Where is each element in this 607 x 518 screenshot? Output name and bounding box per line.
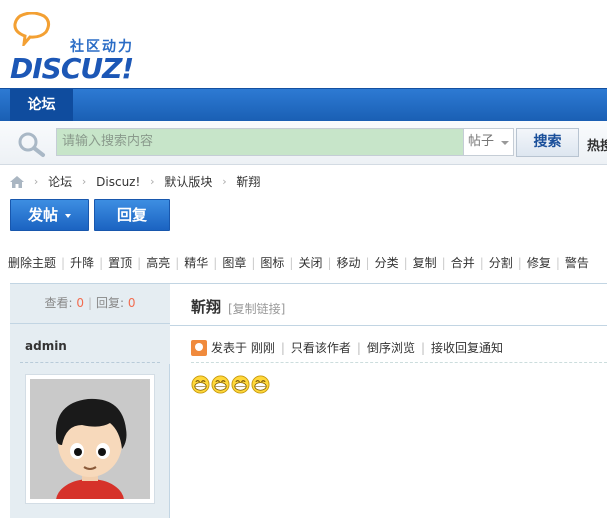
divider: |	[327, 256, 332, 270]
site-logo[interactable]: 社区动力 DISCUZ!	[8, 12, 148, 85]
mod-sticky[interactable]: 置顶	[108, 254, 132, 271]
divider	[20, 362, 160, 363]
divider: |	[479, 256, 484, 270]
search-type-value: 帖子	[468, 134, 495, 149]
divider: |	[365, 256, 370, 270]
replies-count: 0	[127, 296, 136, 310]
search-bar: 请输入搜索内容 帖子 搜索 热搜	[0, 121, 607, 165]
mod-move[interactable]: 移动	[337, 254, 361, 271]
mod-repair[interactable]: 修复	[527, 254, 551, 271]
divider: |	[213, 256, 218, 270]
breadcrumb-separator: ›	[33, 175, 39, 188]
breadcrumb-separator: ›	[81, 175, 87, 188]
grin-emoticon-icon	[251, 375, 270, 394]
reverse-order-link[interactable]: 倒序浏览	[367, 339, 415, 356]
post-sidebar: 查看: 0 | 回复: 0 admin	[10, 284, 170, 518]
thread-stats: 查看: 0 | 回复: 0	[10, 284, 170, 324]
grin-emoticon-icon	[191, 375, 210, 394]
breadcrumb-item-forum[interactable]: 论坛	[48, 173, 72, 190]
moderation-toolbar: 删除主题 | 升降 | 置顶 | 高亮 | 精华 | 图章 | 图标 | 关闭 | 移动 | 分类 | 复制 | 合并 | 分割…	[8, 254, 589, 270]
mod-warn[interactable]: 警告	[565, 254, 589, 271]
new-post-button[interactable]: 发帖	[10, 199, 89, 231]
divider: |	[555, 256, 560, 270]
post-content	[191, 375, 271, 395]
post-meta: 发表于 刚刚 | 只看该作者 | 倒序浏览 | 接收回复通知	[191, 339, 503, 357]
avatar-image	[30, 379, 150, 518]
search-icon	[18, 132, 45, 157]
mod-stamp[interactable]: 图章	[222, 254, 246, 271]
only-author-link[interactable]: 只看该作者	[291, 339, 351, 356]
divider: |	[356, 340, 361, 355]
chevron-down-icon	[65, 213, 71, 218]
main-nav: 论坛	[0, 88, 607, 122]
breadcrumb-item-thread[interactable]: 靳翔	[236, 173, 260, 190]
mod-copy[interactable]: 复制	[413, 254, 437, 271]
chevron-down-icon	[501, 141, 509, 145]
mod-close[interactable]: 关闭	[298, 254, 322, 271]
mod-merge[interactable]: 合并	[451, 254, 475, 271]
reply-notify-link[interactable]: 接收回复通知	[431, 339, 503, 356]
divider: |	[251, 256, 256, 270]
breadcrumb-separator: ›	[222, 175, 227, 188]
mod-delete[interactable]: 删除主题	[8, 254, 56, 271]
divider: |	[280, 340, 285, 355]
divider: |	[420, 340, 425, 355]
divider: |	[99, 256, 104, 270]
user-online-icon	[191, 339, 207, 356]
breadcrumb-item-board[interactable]: 默认版块	[164, 173, 212, 190]
author-info: admin	[10, 324, 170, 364]
mod-category[interactable]: 分类	[375, 254, 399, 271]
copy-link-button[interactable]: [复制链接]	[228, 300, 285, 317]
post-container: 查看: 0 | 回复: 0 admin 靳翔 [复制链接] 发表于 刚刚 | 只…	[10, 283, 607, 518]
mod-split[interactable]: 分割	[489, 254, 513, 271]
breadcrumb-separator: ›	[150, 175, 155, 188]
hot-search-label: 热搜	[587, 139, 607, 154]
breadcrumb-item-discuz[interactable]: Discuz!	[96, 175, 140, 189]
nav-tab-forum[interactable]: 论坛	[10, 89, 73, 122]
breadcrumb: › 论坛 › Discuz! › 默认版块 › 靳翔	[10, 173, 260, 191]
replies-label: 回复:	[96, 296, 125, 310]
divider: |	[289, 256, 294, 270]
divider: |	[137, 256, 142, 270]
divider: |	[403, 256, 408, 270]
views-label: 查看:	[44, 296, 73, 310]
divider: |	[175, 256, 180, 270]
thread-title: 靳翔	[191, 298, 222, 316]
search-button[interactable]: 搜索	[516, 128, 579, 157]
posted-time: 发表于 刚刚	[211, 341, 275, 355]
divider	[191, 362, 607, 363]
views-count: 0	[76, 296, 84, 310]
logo-wordmark: DISCUZ!	[10, 52, 134, 85]
mod-highlight[interactable]: 高亮	[146, 254, 170, 271]
grin-emoticon-icon	[231, 375, 250, 394]
new-post-label: 发帖	[27, 206, 58, 224]
mod-bump[interactable]: 升降	[70, 254, 94, 271]
post-main: 靳翔 [复制链接] 发表于 刚刚 | 只看该作者 | 倒序浏览 | 接收回复通知	[170, 284, 607, 518]
search-type-select[interactable]: 帖子	[464, 128, 514, 156]
divider: |	[441, 256, 446, 270]
divider: |	[517, 256, 522, 270]
mod-icon[interactable]: 图标	[260, 254, 284, 271]
logo-bubble-icon	[13, 12, 51, 46]
search-input[interactable]: 请输入搜索内容	[56, 128, 464, 156]
divider: |	[87, 296, 93, 310]
header: 社区动力 DISCUZ!	[0, 0, 607, 88]
author-name[interactable]: admin	[25, 339, 67, 353]
thread-header: 靳翔 [复制链接]	[170, 284, 607, 326]
mod-digest[interactable]: 精华	[184, 254, 208, 271]
grin-emoticon-icon	[211, 375, 230, 394]
avatar[interactable]	[25, 374, 155, 518]
reply-button[interactable]: 回复	[94, 199, 170, 231]
home-icon[interactable]	[10, 175, 24, 188]
divider: |	[61, 256, 66, 270]
